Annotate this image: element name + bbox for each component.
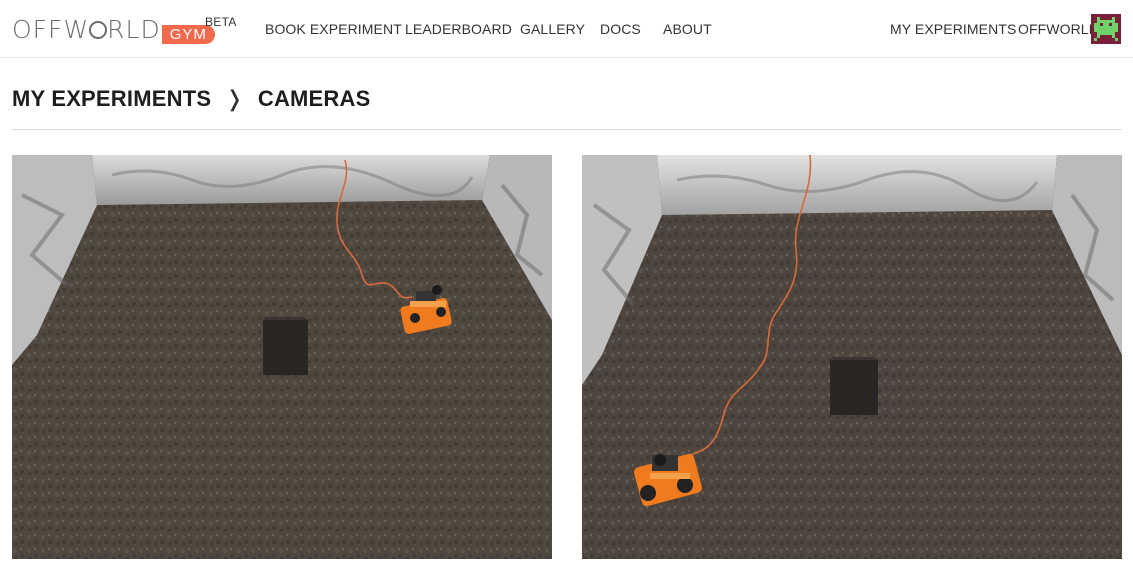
- beta-label: BETA: [205, 15, 237, 29]
- breadcrumb-cameras: CAMERAS: [257, 86, 371, 111]
- top-navbar: OFFW RLD GYM BETA BOOK EXPERIMENT LEADERB…: [0, 0, 1133, 58]
- camera-feed-2: [582, 155, 1122, 559]
- logo-o-icon: [89, 20, 108, 39]
- logo-wordmark: OFFW RLD: [12, 16, 161, 44]
- nav-leaderboard[interactable]: LEADERBOARD: [405, 21, 512, 37]
- offworld-gym-logo[interactable]: OFFW RLD GYM: [12, 14, 215, 46]
- user-avatar-icon[interactable]: [1091, 14, 1121, 44]
- nav-book-experiment[interactable]: BOOK EXPERIMENT: [265, 21, 402, 37]
- logo-text-2: RLD: [107, 15, 161, 44]
- logo-text-1: OFFW: [12, 15, 90, 44]
- nav-gallery[interactable]: GALLERY: [520, 21, 585, 37]
- nav-user-offworld[interactable]: OFFWORLD: [1018, 21, 1099, 37]
- nav-docs[interactable]: DOCS: [600, 21, 641, 37]
- chevron-right-icon: ❭: [225, 86, 244, 111]
- nav-my-experiments[interactable]: MY EXPERIMENTS: [890, 21, 1016, 37]
- camera-feed-1: [12, 155, 552, 559]
- nav-about[interactable]: ABOUT: [663, 21, 712, 37]
- heading-divider: [12, 129, 1122, 130]
- breadcrumb: MY EXPERIMENTS ❭ CAMERAS: [12, 86, 370, 112]
- breadcrumb-my-experiments[interactable]: MY EXPERIMENTS: [12, 86, 211, 112]
